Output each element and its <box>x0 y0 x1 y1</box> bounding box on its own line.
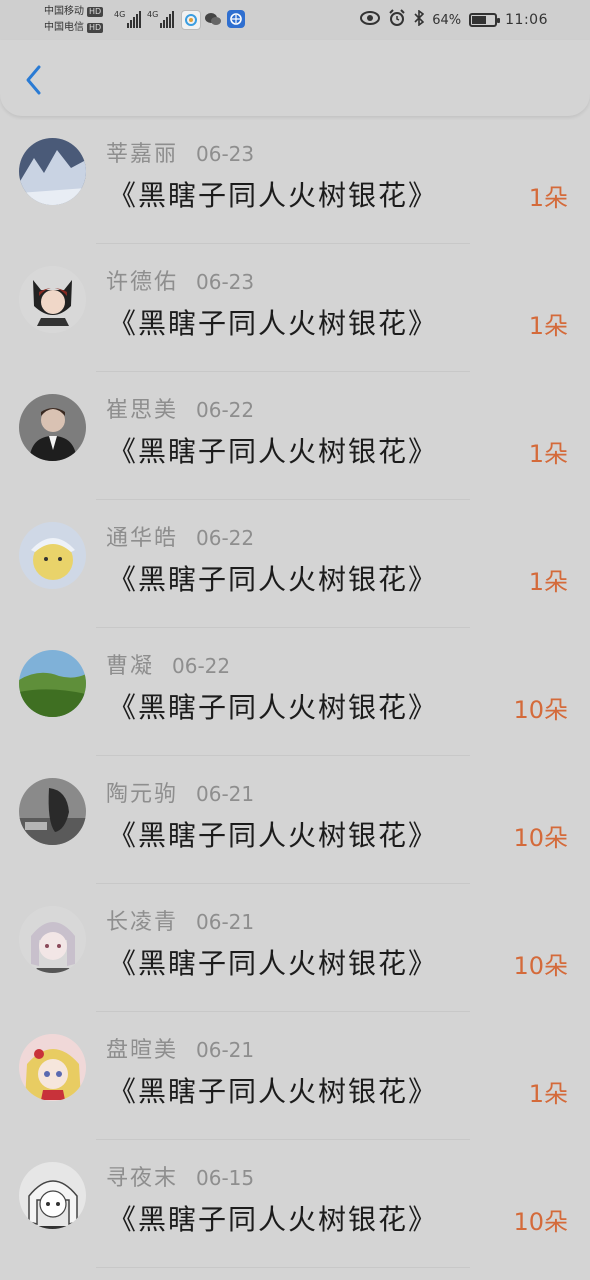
battery-icon <box>469 13 501 27</box>
bluetooth-icon <box>414 9 425 30</box>
gift-date: 06-21 <box>196 1038 255 1062</box>
sender-name: 通华皓 <box>106 526 179 551</box>
sender-line: 陶元驹 06-21 <box>106 776 254 808</box>
hd-badge-1: HD <box>87 7 104 17</box>
chevron-left-icon <box>26 65 41 95</box>
back-button[interactable] <box>18 62 48 98</box>
wechat-icon <box>204 10 222 28</box>
list-item[interactable]: 长凌青 06-21 《黑瞎子同人火树银花》 10朵 <box>0 884 590 1012</box>
battery-fill <box>472 16 487 24</box>
avatar[interactable] <box>19 138 86 205</box>
avatar[interactable] <box>19 266 86 333</box>
avatar[interactable] <box>19 522 86 589</box>
sender-name: 盘暄美 <box>106 1038 179 1063</box>
work-title: 《黑瞎子同人火树银花》 <box>108 947 439 980</box>
sender-name: 陶元驹 <box>106 782 179 807</box>
avatar[interactable] <box>19 1162 86 1229</box>
clock: 11:06 <box>505 12 548 28</box>
network-type-2: 4G <box>147 10 159 19</box>
carrier-2-label: 中国电信 <box>44 22 84 33</box>
header-bar <box>0 40 590 116</box>
list-item[interactable]: 寻夜末 06-15 《黑瞎子同人火树银花》 10朵 <box>0 1140 590 1268</box>
flower-count: 1朵 <box>528 184 568 212</box>
work-title: 《黑瞎子同人火树银花》 <box>108 819 439 852</box>
gift-date: 06-23 <box>196 270 255 294</box>
sender-name: 长凌青 <box>106 910 179 935</box>
sender-line: 许德佑 06-23 <box>106 264 254 296</box>
gift-date: 06-23 <box>196 142 255 166</box>
list-item[interactable]: 曹凝 06-22 《黑瞎子同人火树银花》 10朵 <box>0 628 590 756</box>
browser-app-icon <box>181 10 201 30</box>
signal-strength-icon-2: 4G <box>147 10 175 28</box>
work-title: 《黑瞎子同人火树银花》 <box>108 307 439 340</box>
sender-name: 曹凝 <box>106 654 155 679</box>
sender-line: 长凌青 06-21 <box>106 904 254 936</box>
work-title: 《黑瞎子同人火树银花》 <box>108 435 439 468</box>
work-title: 《黑瞎子同人火树银花》 <box>108 179 439 212</box>
alarm-icon <box>388 9 406 31</box>
carrier-info: 中国移动 HD 中国电信 HD <box>44 4 104 36</box>
status-right-group: 64% 11:06 <box>360 9 548 31</box>
carrier-1-label: 中国移动 <box>44 6 84 17</box>
sender-name: 许德佑 <box>106 270 179 295</box>
eye-icon <box>360 11 381 29</box>
flower-count: 1朵 <box>528 568 568 596</box>
battery-percent: 64% <box>432 12 462 28</box>
hd-badge-2: HD <box>87 23 104 33</box>
gift-record-list: 莘嘉丽 06-23 《黑瞎子同人火树银花》 1朵 许德佑 06-23 《黑瞎子同… <box>0 116 590 1268</box>
sender-line: 通华皓 06-22 <box>106 520 254 552</box>
flower-count: 10朵 <box>513 824 568 852</box>
work-title: 《黑瞎子同人火树银花》 <box>108 1203 439 1236</box>
gift-date: 06-22 <box>196 526 255 550</box>
list-item[interactable]: 通华皓 06-22 《黑瞎子同人火树银花》 1朵 <box>0 500 590 628</box>
avatar[interactable] <box>19 906 86 973</box>
flower-count: 10朵 <box>513 696 568 724</box>
status-bar: 中国移动 HD 中国电信 HD 4G 4G 64% 11:06 <box>0 0 590 40</box>
sender-name: 寻夜末 <box>106 1166 179 1191</box>
sender-line: 寻夜末 06-15 <box>106 1160 254 1192</box>
list-item[interactable]: 莘嘉丽 06-23 《黑瞎子同人火树银花》 1朵 <box>0 116 590 244</box>
list-item[interactable]: 陶元驹 06-21 《黑瞎子同人火树银花》 10朵 <box>0 756 590 884</box>
gift-date: 06-22 <box>172 654 231 678</box>
flower-count: 10朵 <box>513 952 568 980</box>
avatar[interactable] <box>19 394 86 461</box>
flower-count: 10朵 <box>513 1208 568 1236</box>
flower-count: 1朵 <box>528 312 568 340</box>
sender-line: 曹凝 06-22 <box>106 648 230 680</box>
list-item[interactable]: 崔思美 06-22 《黑瞎子同人火树银花》 1朵 <box>0 372 590 500</box>
work-title: 《黑瞎子同人火树银花》 <box>108 691 439 724</box>
avatar[interactable] <box>19 1034 86 1101</box>
list-item[interactable]: 许德佑 06-23 《黑瞎子同人火树银花》 1朵 <box>0 244 590 372</box>
app-notification-icon <box>227 10 245 28</box>
gift-date: 06-15 <box>196 1166 255 1190</box>
divider <box>96 1267 470 1268</box>
signal-strength-icon-1: 4G <box>114 10 142 28</box>
avatar[interactable] <box>19 778 86 845</box>
work-title: 《黑瞎子同人火树银花》 <box>108 563 439 596</box>
flower-count: 1朵 <box>528 1080 568 1108</box>
flower-count: 1朵 <box>528 440 568 468</box>
gift-date: 06-22 <box>196 398 255 422</box>
gift-date: 06-21 <box>196 782 255 806</box>
sender-name: 莘嘉丽 <box>106 142 179 167</box>
screen: 中国移动 HD 中国电信 HD 4G 4G 64% 11:06 莘嘉丽 06-2… <box>0 0 590 1280</box>
network-type-1: 4G <box>114 10 126 19</box>
gift-date: 06-21 <box>196 910 255 934</box>
sender-name: 崔思美 <box>106 398 179 423</box>
avatar[interactable] <box>19 650 86 717</box>
sender-line: 盘暄美 06-21 <box>106 1032 254 1064</box>
work-title: 《黑瞎子同人火树银花》 <box>108 1075 439 1108</box>
sender-line: 莘嘉丽 06-23 <box>106 136 254 168</box>
list-item[interactable]: 盘暄美 06-21 《黑瞎子同人火树银花》 1朵 <box>0 1012 590 1140</box>
sender-line: 崔思美 06-22 <box>106 392 254 424</box>
